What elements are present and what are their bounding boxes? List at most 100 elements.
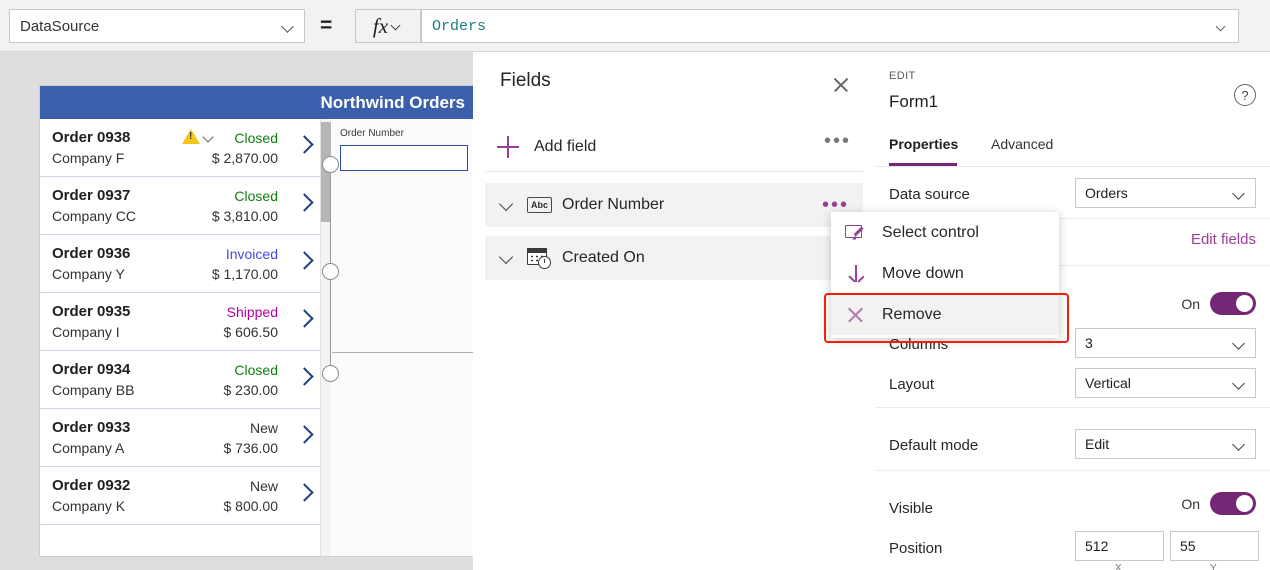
snap-to-columns-toggle-group[interactable]: On [1181,292,1256,315]
default-mode-value: Edit [1085,436,1110,452]
visible-label: Visible [889,500,933,517]
chevron-right-icon[interactable] [296,134,312,156]
arrow-down-icon [845,263,867,285]
gallery-item-secondary: New $ 800.00 [224,476,279,516]
snap-to-columns-toggle[interactable] [1210,292,1256,315]
panel-eyebrow: EDIT [889,70,916,82]
selection-handle-bottom[interactable] [322,365,339,382]
fields-panel-title: Fields [500,70,551,91]
context-menu-item-remove[interactable]: Remove [831,294,1059,335]
chevron-down-icon[interactable] [499,250,515,266]
order-status-text: Closed [234,362,278,378]
position-y-input[interactable]: 55 [1170,531,1259,561]
default-mode-dropdown[interactable]: Edit [1075,429,1256,459]
default-mode-label: Default mode [889,437,979,454]
fields-panel: Fields Add field ••• Abc Order Number ••… [473,52,876,570]
tab-properties[interactable]: Properties [889,136,958,152]
selection-handle-top[interactable] [322,156,339,173]
add-field-button[interactable]: Add field ••• [473,122,875,172]
order-status-text: New [249,420,278,436]
context-menu-item-move-down[interactable]: Move down [831,253,1059,294]
close-icon[interactable] [828,72,854,98]
powerapps-studio-window: DataSource = fx Orders Northwind Orders … [0,0,1270,570]
panel-tabs: Properties Advanced [875,130,1270,167]
field-overflow-icon[interactable]: ••• [822,195,849,215]
app-title-bar: Northwind Orders [40,86,473,119]
gallery-item-secondary: Closed $ 2,870.00 [212,128,278,168]
chevron-right-icon[interactable] [296,366,312,388]
order-number-text: Order 0936 [52,245,131,262]
chevron-down-icon [1233,377,1246,390]
app-canvas: Northwind Orders Order 0938 Company F Clos… [0,52,473,570]
context-menu-item-select-control[interactable]: Select control [831,212,1059,253]
gallery-item[interactable]: Order 0938 Company F Closed $ 2,870.00 [40,119,320,177]
fx-button[interactable]: fx [355,9,421,43]
gallery-item[interactable]: Order 0933 Company A New $ 736.00 [40,409,320,467]
columns-label: Columns [889,336,949,353]
formula-bar: DataSource = fx Orders [0,0,1270,52]
active-tab-indicator [889,163,957,166]
chevron-down-icon [1233,187,1246,200]
chevron-right-icon[interactable] [296,192,312,214]
context-menu-label: Remove [882,305,942,323]
orders-gallery[interactable]: Order 0938Company FClosed$ 2,870.00Order… [40,119,321,556]
formula-text: Orders [432,17,487,35]
field-row-created-on[interactable]: Created On [485,236,863,280]
order-number-text: Order 0938 [52,129,131,146]
layout-value: Vertical [1085,375,1131,391]
fx-icon: fx [372,14,389,38]
gallery-item-primary: Order 0937 Company CC [52,186,136,226]
edit-fields-link[interactable]: Edit fields [1191,231,1256,248]
chevron-right-icon[interactable] [296,308,312,330]
gallery-item[interactable]: Order 0936 Company Y Invoiced $ 1,170.00 [40,235,320,293]
tab-advanced[interactable]: Advanced [991,136,1053,152]
add-field-overflow-icon[interactable]: ••• [824,131,851,151]
data-source-label: Data source [889,186,970,203]
order-amount-text: $ 3,810.00 [211,208,278,224]
gallery-item-secondary: Invoiced $ 1,170.00 [212,244,278,284]
gallery-item-secondary: Shipped $ 606.50 [224,302,279,342]
chevron-right-icon[interactable] [296,424,312,446]
company-name-text: Company I [52,324,120,340]
help-icon[interactable]: ? [1234,84,1256,106]
position-x-value: 512 [1085,538,1109,554]
gallery-item[interactable]: Order 0932 Company K New $ 800.00 [40,467,320,525]
form-divider [332,352,473,353]
gallery-item[interactable]: Order 0937 Company CC Closed $ 3,810.00 [40,177,320,235]
toggle-state-label: On [1181,295,1200,312]
gallery-item[interactable]: Order 0934 Company BB Closed $ 230.00 [40,351,320,409]
gallery-item[interactable]: Order 0935 Company I Shipped $ 606.50 [40,293,320,351]
layout-label: Layout [889,376,935,393]
selection-handle-middle[interactable] [322,263,339,280]
field-context-menu[interactable]: Select control Move down Remove [831,212,1059,338]
order-number-text: Order 0932 [52,477,131,494]
field-row-order-number[interactable]: Abc Order Number ••• [485,183,863,227]
position-x-input[interactable]: 512 [1075,531,1164,561]
chevron-right-icon[interactable] [296,482,312,504]
chevron-right-icon[interactable] [296,250,312,272]
order-number-input[interactable] [340,145,468,171]
edit-form[interactable]: Order Number [332,119,473,556]
gallery-item-primary: Order 0932 Company K [52,476,130,516]
data-source-value: Orders [1085,185,1128,201]
gallery-item-primary: Order 0935 Company I [52,302,130,342]
visible-toggle[interactable] [1210,492,1256,515]
chevron-down-icon[interactable] [1216,20,1228,32]
order-status-text: New [249,478,278,494]
abc-icon: Abc [527,197,552,213]
gallery-item-primary: Order 0936 Company Y [52,244,130,284]
columns-dropdown[interactable]: 3 [1075,328,1256,358]
data-source-dropdown[interactable]: Orders [1075,178,1256,208]
visible-toggle-group[interactable]: On [1181,492,1256,515]
formula-input[interactable]: Orders [421,9,1239,43]
close-x-icon [845,304,867,326]
field-label: Created On [562,249,645,266]
layout-dropdown[interactable]: Vertical [1075,368,1256,398]
gallery-item-secondary: Closed $ 230.00 [224,360,279,400]
order-status-text: Shipped [226,304,278,320]
warning-indicator[interactable] [182,129,215,144]
property-selector-dropdown[interactable]: DataSource [9,9,305,43]
chevron-down-icon[interactable] [499,197,515,213]
order-amount-text: $ 736.00 [223,440,279,456]
add-field-label: Add field [534,138,597,155]
